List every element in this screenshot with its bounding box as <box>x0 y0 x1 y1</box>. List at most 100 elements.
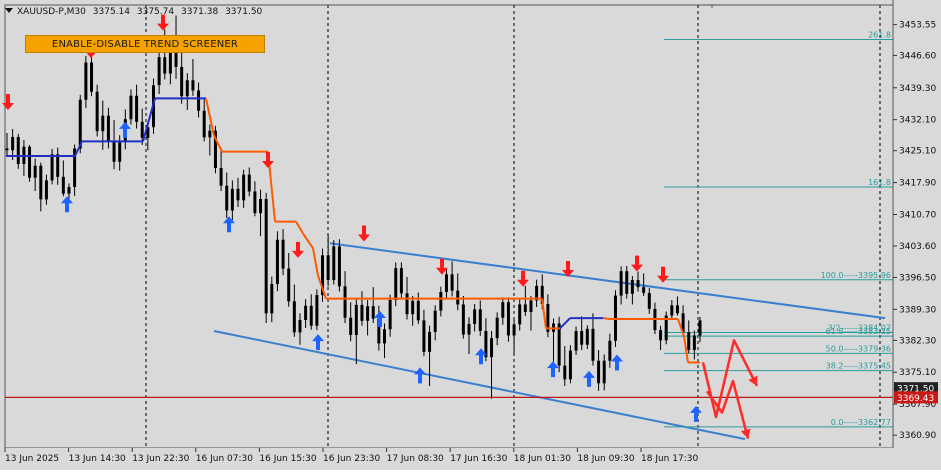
candle-body <box>219 167 223 186</box>
candle-body <box>399 268 403 294</box>
candle-body <box>337 246 341 287</box>
fib-level-label: 261.8 <box>868 30 891 39</box>
candle-body <box>411 300 415 315</box>
candle-body <box>636 280 640 288</box>
candle-body <box>230 188 234 211</box>
candle-body <box>180 66 184 97</box>
price-tag-label: 3369.43 <box>897 394 934 404</box>
price-tick-label: 3403.60 <box>899 242 936 252</box>
time-tick-label: 16 Jun 15:30 <box>259 454 316 464</box>
candle-body <box>247 174 251 192</box>
candle-body <box>106 115 110 141</box>
ohlc-close: 3371.50 <box>225 7 263 17</box>
candle-body <box>90 62 94 92</box>
price-tick-label: 3375.10 <box>899 368 936 378</box>
candle-body <box>281 239 285 269</box>
chart-area: 261.8 161.8 100.0-----3395.96 3/2------3384… <box>0 0 941 470</box>
candle-body <box>687 332 691 351</box>
candle-body <box>405 293 409 315</box>
time-tick-label: 17 Jun 08:30 <box>387 454 444 464</box>
candle-body <box>698 320 702 336</box>
candle-body <box>101 115 105 132</box>
candle-body <box>28 146 32 178</box>
candle-body <box>597 360 601 384</box>
candle-body <box>360 304 364 321</box>
candle-body <box>512 324 516 336</box>
candle-body <box>39 165 43 200</box>
candle-body <box>208 130 212 138</box>
candle-body <box>670 305 674 316</box>
candle-body <box>191 80 195 91</box>
ohlc-low: 3371.38 <box>180 7 219 17</box>
candle-body <box>422 320 426 352</box>
candle-body <box>366 306 370 321</box>
candle-body <box>591 328 595 361</box>
candle-body <box>56 154 60 177</box>
candle-body <box>185 80 189 97</box>
trend-screener-toggle-button[interactable]: ENABLE-DISABLE TREND SCREENER <box>25 35 265 53</box>
candle-body <box>490 338 494 358</box>
candle-body <box>444 274 448 293</box>
candle-body <box>642 287 646 293</box>
candle-body <box>568 350 572 380</box>
fib-level-label: 0.0-----3362.77 <box>831 418 891 427</box>
candle-body <box>506 302 510 336</box>
candle-body <box>450 274 454 291</box>
candle-body <box>197 90 201 111</box>
candle-body <box>625 271 629 294</box>
candle-body <box>518 304 522 325</box>
candle-body <box>332 246 336 281</box>
candle-body <box>692 335 696 351</box>
candle-body <box>630 280 634 294</box>
candle-body <box>163 57 167 74</box>
candle-body <box>270 284 274 314</box>
candle-body <box>242 174 246 201</box>
candle-body <box>118 142 122 162</box>
candle-body <box>225 185 229 211</box>
candle-body <box>394 268 398 300</box>
fib-level-label: 161.8 <box>868 178 891 187</box>
candle-body <box>135 95 139 122</box>
price-tick-label: 3410.70 <box>899 210 936 220</box>
candle-body <box>315 295 319 326</box>
candle-body <box>428 331 432 352</box>
candle-body <box>129 95 133 120</box>
fib-level-label: 50.0-----3379.36 <box>826 344 891 353</box>
candle-body <box>287 268 291 302</box>
candle-body <box>461 304 465 335</box>
candle-body <box>61 176 65 194</box>
chart-background <box>0 0 941 470</box>
candle-body <box>580 331 584 345</box>
candle-body <box>659 330 663 341</box>
price-tick-label: 3360.90 <box>899 431 936 441</box>
candle-body <box>388 300 392 330</box>
trend-segment <box>602 317 611 321</box>
candle-body <box>44 180 48 200</box>
candle-body <box>11 136 15 151</box>
candle-body <box>259 198 263 214</box>
price-tick-label: 3396.50 <box>899 273 936 283</box>
candle-body <box>343 286 347 318</box>
candle-body <box>478 309 482 332</box>
candle-body <box>140 121 144 138</box>
candle-body <box>501 302 505 318</box>
candle-body <box>416 300 420 321</box>
time-tick-label: 18 Jun 01:30 <box>514 454 571 464</box>
candle-body <box>456 290 460 305</box>
candle-body <box>275 239 279 285</box>
price-tick-label: 3389.30 <box>899 305 936 315</box>
candle-body <box>5 148 9 151</box>
candle-body <box>433 310 437 332</box>
candle-body <box>574 331 578 351</box>
price-tick-label: 3446.60 <box>899 51 936 61</box>
candle-body <box>309 305 313 326</box>
candle-body <box>16 136 20 164</box>
time-tick-label: 18 Jun 17:30 <box>641 454 698 464</box>
symbol-name: XAUUSD-P,M30 <box>17 7 86 17</box>
candle-body <box>585 328 589 345</box>
candle-body <box>523 304 527 312</box>
candle-body <box>371 306 375 319</box>
time-tick-label: 13 Jun 2025 <box>5 454 59 464</box>
candle-body <box>529 300 533 312</box>
time-tick-label: 16 Jun 23:30 <box>323 454 380 464</box>
